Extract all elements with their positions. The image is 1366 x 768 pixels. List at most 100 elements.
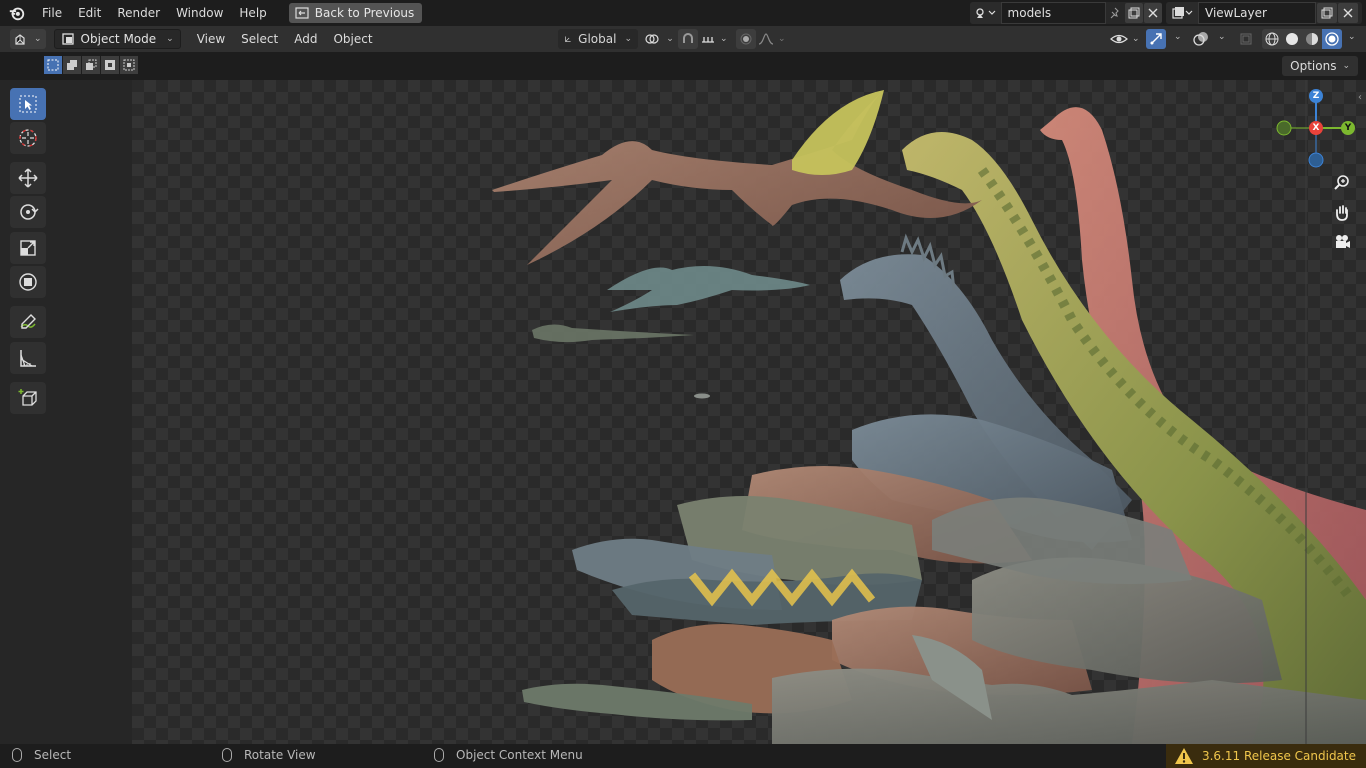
menu-add[interactable]: Add [286,32,325,46]
version-indicator[interactable]: 3.6.11 Release Candidate [1165,744,1366,768]
annotate-tool[interactable] [10,306,46,338]
add-cube-icon [18,389,37,406]
camera-view-tool[interactable] [1330,230,1354,254]
scale-tool[interactable] [10,232,46,264]
gizmo-z-axis[interactable]: Z [1309,89,1323,103]
delete-view-layer-button[interactable] [1338,3,1358,23]
overlay-icon [1193,32,1208,46]
visibility-icon [1110,34,1128,44]
measure-tool[interactable] [10,342,46,374]
status-select: Select [12,748,71,762]
wireframe-icon [1265,32,1279,46]
pan-tool[interactable] [1330,201,1354,225]
cursor-tool[interactable] [10,122,46,154]
shading-mode-group [1262,29,1342,49]
falloff-icon [758,33,774,45]
select-extend-button[interactable] [63,56,81,74]
dinosaur-models-render [492,80,1366,744]
proportional-icon [740,33,752,45]
snap-toggle[interactable] [678,29,698,49]
camera-icon [1336,235,1350,248]
new-view-layer-button[interactable] [1317,3,1337,23]
3d-viewport[interactable]: Z Y X ‹ [132,80,1366,744]
scene-name-field[interactable]: models [1000,2,1107,24]
top-menu-bar: File Edit Render Window Help Back to Pre… [0,0,1366,26]
material-icon [1306,33,1318,45]
menu-help[interactable]: Help [231,0,274,26]
transform-tool[interactable] [10,266,46,298]
status-rotate: Rotate View [222,748,316,762]
status-rotate-label: Rotate View [244,748,316,762]
back-icon [295,7,309,19]
object-mode-icon [61,33,74,45]
select-new-button[interactable] [44,56,62,74]
rendered-shading-button[interactable] [1322,29,1342,49]
proportional-editing-toggle[interactable] [736,29,756,49]
mouse-right-icon [434,748,444,762]
options-dropdown[interactable]: Options ⌄ [1282,56,1358,76]
gizmo-y-axis[interactable]: Y [1341,121,1355,135]
overlay-toggle[interactable] [1190,29,1212,49]
select-difference-button[interactable] [101,56,119,74]
snap-target-icon [702,37,714,43]
xray-toggle[interactable] [1236,29,1256,49]
select-box-tool[interactable] [10,88,46,120]
scene-selector: models [970,2,1162,24]
gizmo-dropdown[interactable]: ⌄ [1174,32,1182,42]
view-layer-icon [1172,7,1193,19]
cursor-icon [19,129,37,147]
warning-icon [1174,748,1193,764]
view-layer-name-field[interactable]: ViewLayer [1198,2,1316,24]
menu-render[interactable]: Render [109,0,168,26]
view-layer-name: ViewLayer [1205,6,1267,20]
menu-view[interactable]: View [189,32,233,46]
overlay-dropdown[interactable]: ⌄ [1218,32,1226,42]
gizmo-icon [1150,33,1162,45]
snap-icon [683,33,693,43]
select-intersect-button[interactable] [120,56,138,74]
back-to-previous-label: Back to Previous [314,6,415,20]
menu-edit[interactable]: Edit [70,0,109,26]
shading-dropdown[interactable]: ⌄ [1348,32,1356,42]
transform-orientation-dropdown[interactable]: Global ⌄ [558,29,638,49]
new-scene-button[interactable] [1125,3,1144,23]
menu-window[interactable]: Window [168,0,231,26]
menu-select[interactable]: Select [233,32,286,46]
editor-type-button[interactable]: ⌄ [10,29,46,49]
duplicate-icon [1128,7,1140,19]
sidebar-toggle-icon[interactable]: ‹ [1358,92,1362,103]
menu-file[interactable]: File [34,0,70,26]
menu-object[interactable]: Object [325,32,380,46]
snap-target-dropdown[interactable]: ⌄ [700,29,732,49]
rotate-tool[interactable] [10,196,46,228]
pivot-point-dropdown[interactable]: ⌄ [644,29,674,49]
tool-settings-bar: Options ⌄ [0,52,1366,80]
select-subtract-button[interactable] [82,56,100,74]
select-new-icon [47,59,59,71]
scene-browse-button[interactable] [970,2,1001,24]
zoom-tool[interactable] [1330,170,1354,194]
gizmo-toggle[interactable] [1146,29,1166,49]
solid-shading-button[interactable] [1282,29,1302,49]
select-extend-icon [67,60,77,70]
editor-type-icon [15,34,25,45]
rendered-icon [1325,32,1339,46]
mouse-middle-icon [222,748,232,762]
view-layer-selector: ViewLayer [1166,2,1362,24]
move-icon [18,168,38,188]
proportional-falloff-dropdown[interactable]: ⌄ [758,29,788,49]
object-mode-dropdown[interactable]: Object Mode ⌄ [53,29,181,49]
scene-name: models [1007,6,1052,20]
add-cube-tool[interactable] [10,382,46,414]
back-to-previous-button[interactable]: Back to Previous [288,3,423,23]
delete-scene-button[interactable] [1144,3,1162,23]
wireframe-shading-button[interactable] [1262,29,1282,49]
pin-icon[interactable] [1106,3,1124,23]
move-tool[interactable] [10,162,46,194]
visibility-dropdown[interactable]: ⌄ [1110,29,1142,49]
view-layer-browse-button[interactable] [1166,2,1198,24]
gizmo-x-axis[interactable]: X [1309,121,1323,135]
blender-logo-icon[interactable] [8,4,26,22]
transform-orientation-icon [565,36,571,42]
material-shading-button[interactable] [1302,29,1322,49]
